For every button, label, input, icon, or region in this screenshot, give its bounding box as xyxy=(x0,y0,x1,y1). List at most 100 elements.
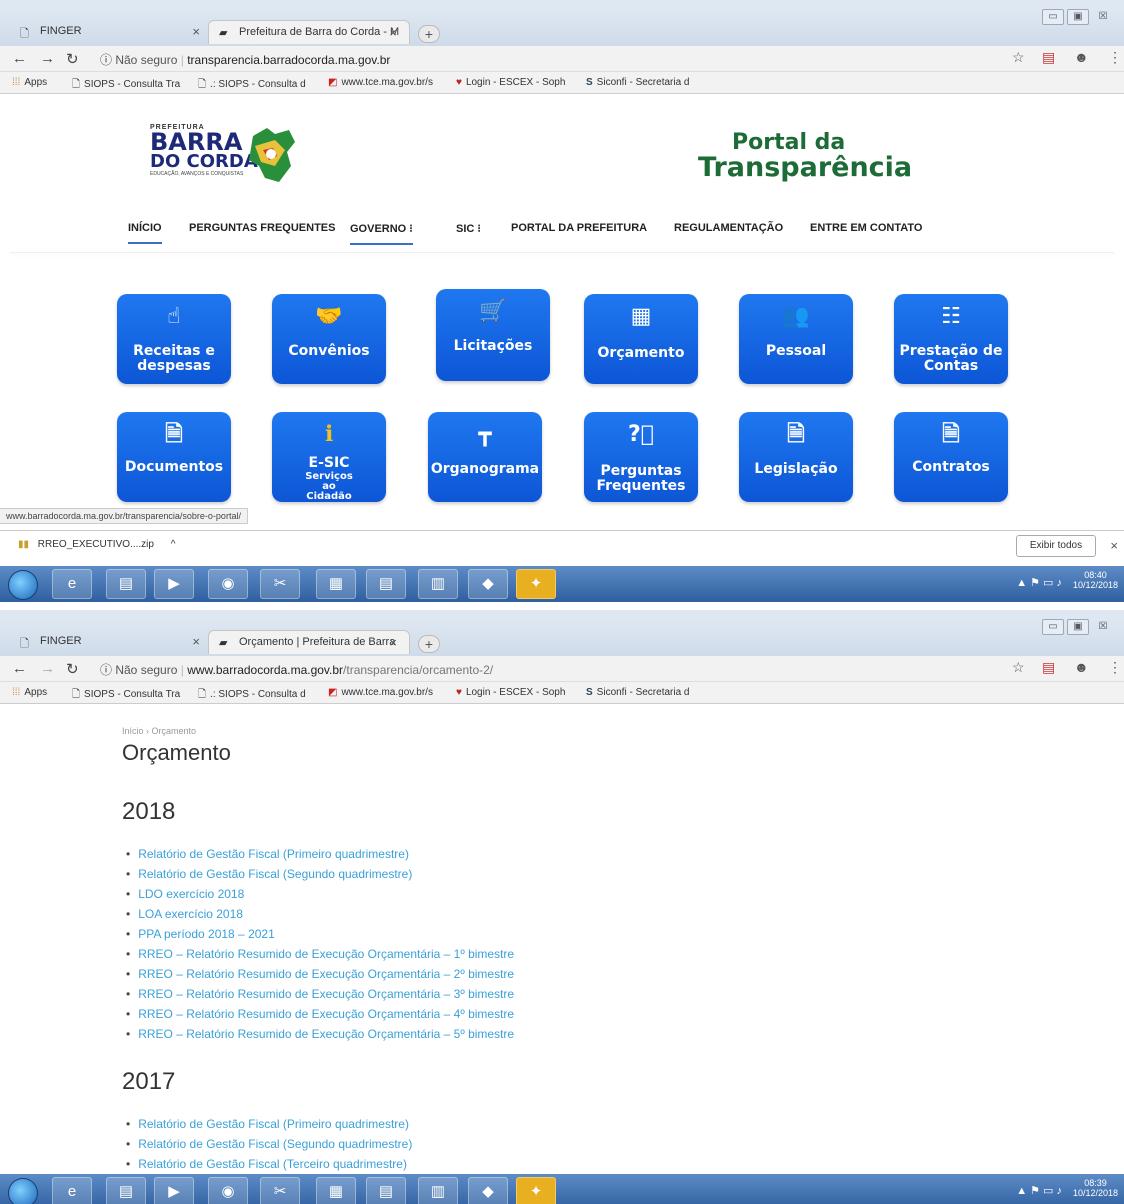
pdf-extension-icon[interactable]: ▤ xyxy=(1042,49,1055,66)
tile-licitacoes[interactable]: 🛒 Licitações xyxy=(436,289,550,381)
green-app-icon[interactable]: ✦ xyxy=(516,1177,556,1204)
new-tab-button[interactable]: + xyxy=(418,25,440,43)
tile-contratos[interactable]: 🗎 Contratos xyxy=(894,412,1008,502)
close-tab-icon[interactable]: × xyxy=(192,634,200,649)
breadcrumb[interactable]: Início › Orçamento xyxy=(122,726,196,736)
bookmark-siops-1[interactable]: 🗋 SIOPS - Consulta Tra xyxy=(72,687,180,704)
chevron-up-icon[interactable]: ^ xyxy=(171,539,176,550)
bookmark-siconfi[interactable]: S Siconfi - Secretaria d xyxy=(586,77,690,88)
close-window-button[interactable]: ☒ xyxy=(1092,620,1114,636)
bookmark-escex[interactable]: ♥ Login - ESCEX - Soph xyxy=(456,687,565,698)
tab-finger[interactable]: 🗋 FINGER × xyxy=(10,630,212,654)
maximize-button[interactable]: ▣ xyxy=(1067,619,1089,635)
media-player-icon[interactable]: ▶ xyxy=(154,1177,194,1204)
doc-link[interactable]: RREO – Relatório Resumido de Execução Or… xyxy=(126,944,514,964)
pdf-extension-icon[interactable]: ▤ xyxy=(1042,659,1055,676)
minimize-button[interactable]: ▭ xyxy=(1042,9,1064,25)
writer-icon[interactable]: ▤ xyxy=(366,1177,406,1204)
writer-icon[interactable]: ▤ xyxy=(366,569,406,599)
download-item[interactable]: ▮▮ RREO_EXECUTIVO....zip ^ xyxy=(18,539,175,550)
clock[interactable]: 08:40 10/12/2018 xyxy=(1073,570,1118,590)
tile-pessoal[interactable]: 👥 Pessoal xyxy=(739,294,853,384)
folder-app-icon[interactable]: ◆ xyxy=(468,569,508,599)
spreadsheet-icon[interactable]: ▦ xyxy=(316,1177,356,1204)
close-window-button[interactable]: ☒ xyxy=(1092,10,1114,26)
snipping-tool-icon[interactable]: ✂ xyxy=(260,1177,300,1204)
bookmark-apps[interactable]: ⁞⁞⁞ Apps xyxy=(12,77,47,88)
nav-portal-prefeitura[interactable]: PORTAL DA PREFEITURA xyxy=(511,222,647,242)
bookmark-escex[interactable]: ♥ Login - ESCEX - Soph xyxy=(456,77,565,88)
tile-convenios[interactable]: 🤝 Convênios xyxy=(272,294,386,384)
bookmark-siops-1[interactable]: 🗋 SIOPS - Consulta Tra xyxy=(72,77,180,94)
show-all-button[interactable]: Exibir todos xyxy=(1016,535,1096,557)
bookmark-siconfi[interactable]: S Siconfi - Secretaria d xyxy=(586,687,690,698)
media-player-icon[interactable]: ▶ xyxy=(154,569,194,599)
explorer-icon[interactable]: ▤ xyxy=(106,569,146,599)
doc-link[interactable]: Relatório de Gestão Fiscal (Segundo quad… xyxy=(126,864,514,884)
tab-prefeitura[interactable]: ▰ Prefeitura de Barra do Corda - M × xyxy=(208,20,410,44)
nav-perguntas-frequentes[interactable]: PERGUNTAS FREQUENTES xyxy=(189,222,335,242)
tray-icons[interactable]: ▲ ⚑ ▭ ♪ xyxy=(1016,1184,1062,1197)
tile-receitas-despesas[interactable]: ☝ Receitas e despesas xyxy=(117,294,231,384)
back-icon[interactable]: ← xyxy=(12,660,27,677)
bookmark-siops-2[interactable]: 🗋.: SIOPS - Consulta d xyxy=(198,687,306,704)
maximize-button[interactable]: ▣ xyxy=(1067,9,1089,25)
extension-icon[interactable]: ☻ xyxy=(1074,49,1089,65)
extension-icon[interactable]: ☻ xyxy=(1074,659,1089,675)
doc-link[interactable]: Relatório de Gestão Fiscal (Terceiro qua… xyxy=(126,1154,412,1174)
address-bar[interactable]: ⓘ Não seguro | www.barradocorda.ma.gov.b… xyxy=(100,661,493,678)
bookmark-tce[interactable]: ◩ www.tce.ma.gov.br/s xyxy=(328,687,433,698)
close-tab-icon[interactable]: × xyxy=(389,635,397,650)
menu-icon[interactable]: ⋮ xyxy=(1108,659,1122,676)
snipping-tool-icon[interactable]: ✂ xyxy=(260,569,300,599)
doc-link[interactable]: LDO exercício 2018 xyxy=(126,884,514,904)
doc-link[interactable]: RREO – Relatório Resumido de Execução Or… xyxy=(126,1024,514,1044)
new-tab-button[interactable]: + xyxy=(418,635,440,653)
doc-link[interactable]: Relatório de Gestão Fiscal (Segundo quad… xyxy=(126,1134,412,1154)
address-bar[interactable]: ⓘ Não seguro | transparencia.barradocord… xyxy=(100,51,390,68)
nav-entre-em-contato[interactable]: ENTRE EM CONTATO xyxy=(810,222,922,242)
close-tab-icon[interactable]: × xyxy=(192,24,200,39)
spreadsheet-icon[interactable]: ▦ xyxy=(316,569,356,599)
ie-icon[interactable]: e xyxy=(52,569,92,599)
tile-orcamento[interactable]: ▦ Orçamento xyxy=(584,294,698,384)
chrome-icon[interactable]: ◉ xyxy=(208,569,248,599)
minimize-button[interactable]: ▭ xyxy=(1042,619,1064,635)
reload-icon[interactable]: ↻ xyxy=(66,50,79,68)
nav-regulamentacao[interactable]: REGULAMENTAÇÃO xyxy=(674,222,783,242)
tab-finger[interactable]: 🗋 FINGER × xyxy=(10,20,212,44)
doc-link[interactable]: RREO – Relatório Resumido de Execução Or… xyxy=(126,1004,514,1024)
tile-organograma[interactable]: ┳ Organograma xyxy=(428,412,542,502)
calculator-app-icon[interactable]: ▥ xyxy=(418,569,458,599)
forward-icon[interactable]: → xyxy=(40,50,55,67)
bookmark-apps[interactable]: ⁞⁞⁞ Apps xyxy=(12,687,47,698)
calculator-app-icon[interactable]: ▥ xyxy=(418,1177,458,1204)
clock[interactable]: 08:39 10/12/2018 xyxy=(1073,1178,1118,1198)
tile-documentos[interactable]: 🗎 Documentos xyxy=(117,412,231,502)
start-button[interactable] xyxy=(8,570,38,600)
close-tab-icon[interactable]: × xyxy=(389,25,397,40)
doc-link[interactable]: RREO – Relatório Resumido de Execução Or… xyxy=(126,964,514,984)
explorer-icon[interactable]: ▤ xyxy=(106,1177,146,1204)
doc-link[interactable]: RREO – Relatório Resumido de Execução Or… xyxy=(126,984,514,1004)
tile-esic[interactable]: ℹ E-SIC Serviços ao Cidadão xyxy=(272,412,386,502)
tile-legislacao[interactable]: 🗎 Legislação xyxy=(739,412,853,502)
start-button[interactable] xyxy=(8,1178,38,1204)
nav-inicio[interactable]: INÍCIO xyxy=(128,222,162,244)
tab-orcamento[interactable]: ▰ Orçamento | Prefeitura de Barra × xyxy=(208,630,410,654)
doc-link[interactable]: Relatório de Gestão Fiscal (Primeiro qua… xyxy=(126,1114,412,1134)
bookmark-tce[interactable]: ◩ www.tce.ma.gov.br/s xyxy=(328,77,433,88)
doc-link[interactable]: LOA exercício 2018 xyxy=(126,904,514,924)
star-icon[interactable]: ☆ xyxy=(1012,49,1025,66)
reload-icon[interactable]: ↻ xyxy=(66,660,79,678)
chrome-icon[interactable]: ◉ xyxy=(208,1177,248,1204)
doc-link[interactable]: PPA período 2018 – 2021 xyxy=(126,924,514,944)
tray-icons[interactable]: ▲ ⚑ ▭ ♪ xyxy=(1016,576,1062,589)
nav-sic[interactable]: SIC ⁝ xyxy=(456,222,481,243)
back-icon[interactable]: ← xyxy=(12,50,27,67)
forward-icon[interactable]: → xyxy=(40,660,55,677)
tile-prestacao-contas[interactable]: ☷ Prestação de Contas xyxy=(894,294,1008,384)
menu-icon[interactable]: ⋮ xyxy=(1108,49,1122,66)
folder-app-icon[interactable]: ◆ xyxy=(468,1177,508,1204)
tile-perguntas-frequentes[interactable]: ?⃝ Perguntas Frequentes xyxy=(584,412,698,502)
